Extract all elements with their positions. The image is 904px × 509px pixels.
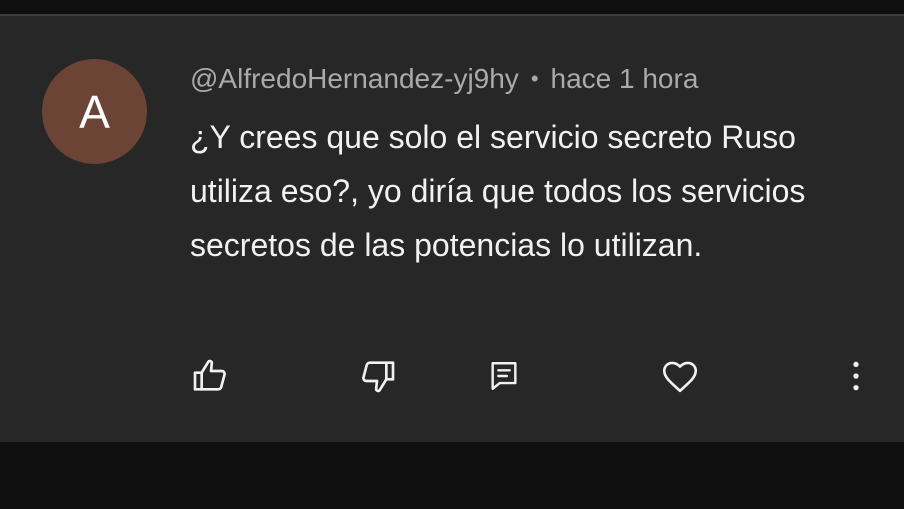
author-handle[interactable]: @AlfredoHernandez-yj9hy [190,63,519,95]
more-vertical-icon [853,361,859,391]
dislike-button[interactable] [354,352,402,400]
comment-text: ¿Y crees que solo el servicio secreto Ru… [190,119,806,263]
comment-card: A @AlfredoHernandez-yj9hy • hace 1 hora … [0,16,904,442]
bottom-strip [0,442,904,509]
reply-button[interactable] [480,352,528,400]
more-options-button[interactable] [832,352,880,400]
comment-meta: @AlfredoHernandez-yj9hy • hace 1 hora [190,60,698,98]
reply-icon [491,362,517,390]
thumbs-down-icon [362,361,395,393]
heart-icon [662,361,698,393]
meta-separator: • [530,66,539,91]
thumbs-up-icon [193,359,226,391]
avatar[interactable]: A [42,59,147,164]
like-button[interactable] [186,352,234,400]
comment-timestamp: hace 1 hora [550,63,699,94]
top-strip [0,0,904,14]
heart-button[interactable] [656,352,704,400]
